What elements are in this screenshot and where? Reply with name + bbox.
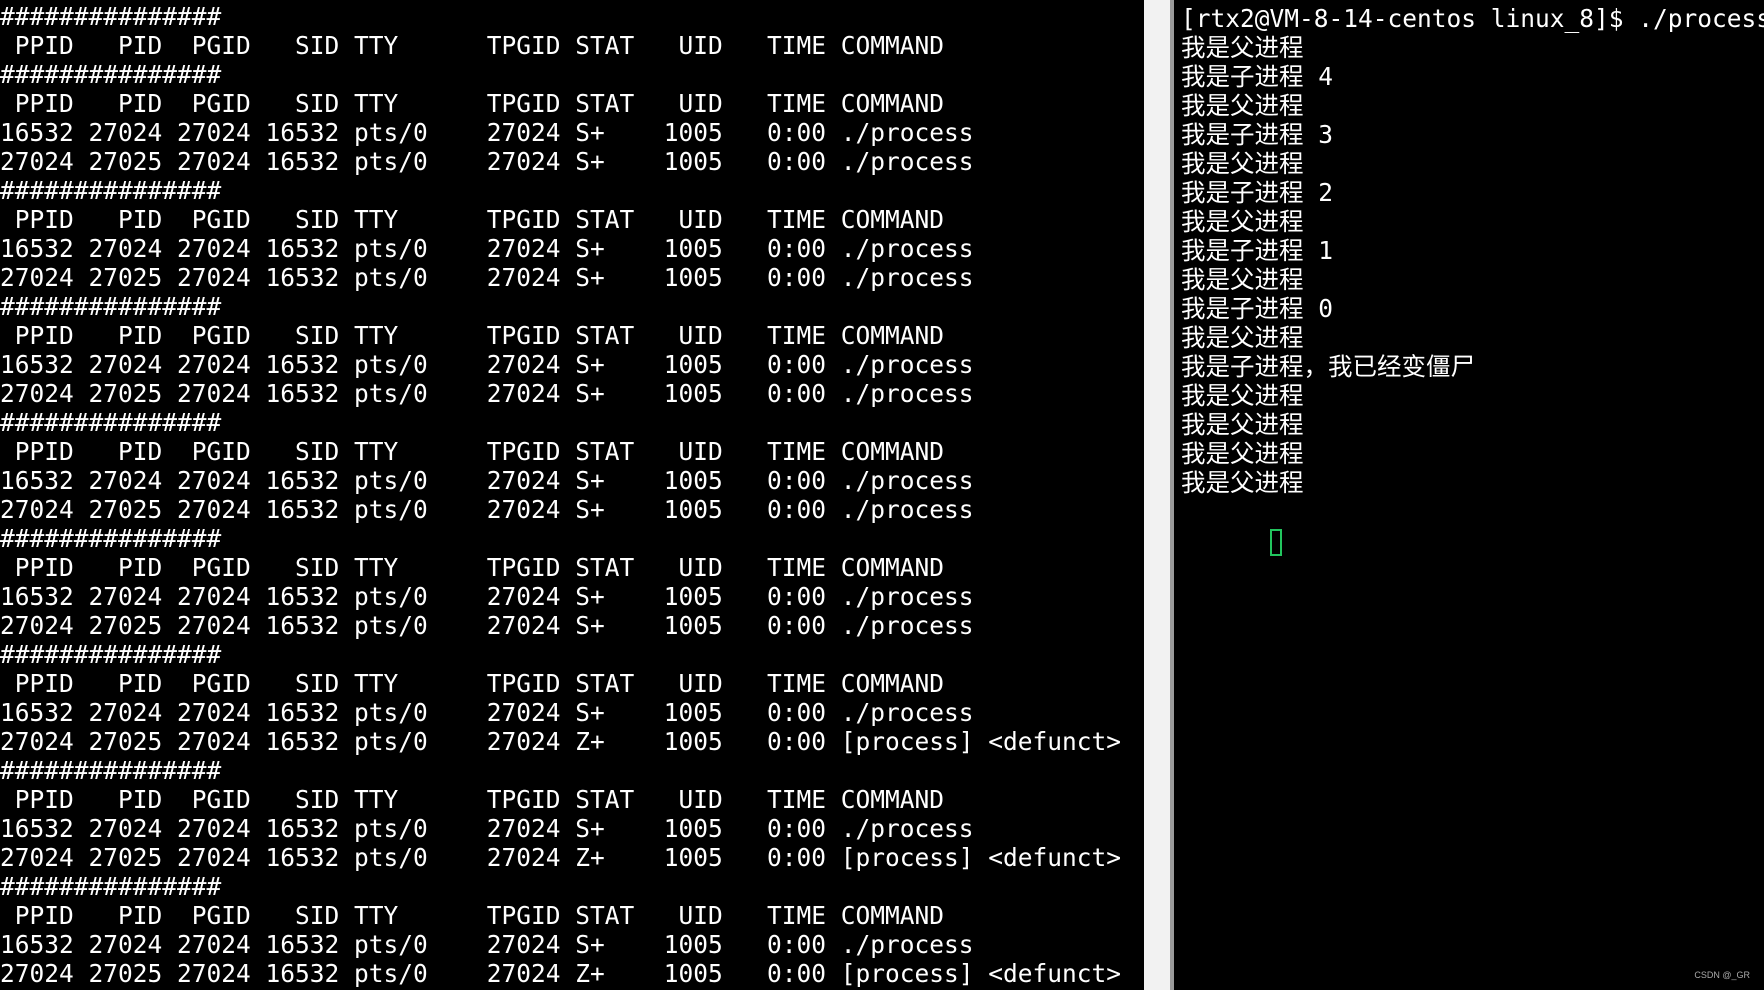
- right-terminal-line: 我是父进程: [1181, 323, 1304, 352]
- left-terminal-line: PPID PID PGID SID TTY TPGID STAT UID TIM…: [0, 669, 945, 698]
- split-terminal-screen: ############### PPID PID PGID SID TTY TP…: [0, 0, 1764, 990]
- right-terminal-line: 我是子进程 2: [1181, 178, 1333, 207]
- right-terminal-line: 我是父进程: [1181, 468, 1304, 497]
- left-terminal-line: 27024 27025 27024 16532 pts/0 27024 Z+ 1…: [0, 959, 1122, 988]
- left-terminal-line: 16532 27024 27024 16532 pts/0 27024 S+ 1…: [0, 350, 974, 379]
- right-terminal-line: 我是子进程 0: [1181, 294, 1333, 323]
- left-terminal-line: 27024 27025 27024 16532 pts/0 27024 S+ 1…: [0, 379, 974, 408]
- left-terminal-line: 27024 27025 27024 16532 pts/0 27024 S+ 1…: [0, 263, 974, 292]
- left-terminal-line: PPID PID PGID SID TTY TPGID STAT UID TIM…: [0, 553, 945, 582]
- terminal-cursor: [1269, 528, 1282, 556]
- right-terminal-line: 我是父进程: [1181, 91, 1304, 120]
- left-terminal-pane[interactable]: ############### PPID PID PGID SID TTY TP…: [0, 0, 1144, 990]
- left-terminal-line: 16532 27024 27024 16532 pts/0 27024 S+ 1…: [0, 466, 974, 495]
- left-terminal-line: PPID PID PGID SID TTY TPGID STAT UID TIM…: [0, 205, 945, 234]
- left-terminal-line: ###############: [0, 408, 222, 437]
- right-terminal-output: [rtx2@VM-8-14-centos linux_8]$ ./process…: [1174, 0, 1764, 556]
- left-terminal-line: PPID PID PGID SID TTY TPGID STAT UID TIM…: [0, 437, 945, 466]
- left-terminal-line: 16532 27024 27024 16532 pts/0 27024 S+ 1…: [0, 234, 974, 263]
- right-terminal-line: 我是父进程: [1181, 265, 1304, 294]
- right-terminal-line: 我是子进程 1: [1181, 236, 1333, 265]
- right-terminal-line: 我是父进程: [1181, 410, 1304, 439]
- right-terminal-line: 我是父进程: [1181, 33, 1304, 62]
- left-terminal-line: 16532 27024 27024 16532 pts/0 27024 S+ 1…: [0, 582, 974, 611]
- right-terminal-line: 我是父进程: [1181, 439, 1304, 468]
- right-terminal-line: [rtx2@VM-8-14-centos linux_8]$ ./process: [1181, 4, 1764, 33]
- watermark: CSDN @_GR: [1694, 970, 1750, 980]
- right-terminal-line: 我是子进程 4: [1181, 62, 1333, 91]
- left-terminal-line: PPID PID PGID SID TTY TPGID STAT UID TIM…: [0, 785, 945, 814]
- left-terminal-line: ###############: [0, 872, 222, 901]
- right-terminal-line: 我是父进程: [1181, 149, 1304, 178]
- right-terminal-line: 我是父进程: [1181, 207, 1304, 236]
- left-terminal-line: ###############: [0, 640, 222, 669]
- left-terminal-line: ###############: [0, 60, 222, 89]
- right-terminal-pane[interactable]: [rtx2@VM-8-14-centos linux_8]$ ./process…: [1174, 0, 1764, 990]
- left-terminal-line: 16532 27024 27024 16532 pts/0 27024 S+ 1…: [0, 118, 974, 147]
- left-terminal-line: 27024 27025 27024 16532 pts/0 27024 Z+ 1…: [0, 727, 1122, 756]
- left-terminal-line: 16532 27024 27024 16532 pts/0 27024 S+ 1…: [0, 930, 974, 959]
- left-terminal-line: 27024 27025 27024 16532 pts/0 27024 Z+ 1…: [0, 843, 1122, 872]
- left-terminal-line: 16532 27024 27024 16532 pts/0 27024 S+ 1…: [0, 698, 974, 727]
- left-terminal-line: 27024 27025 27024 16532 pts/0 27024 S+ 1…: [0, 611, 974, 640]
- right-terminal-line: 我是子进程，我已经变僵尸: [1181, 352, 1475, 381]
- left-terminal-line: 27024 27025 27024 16532 pts/0 27024 S+ 1…: [0, 495, 974, 524]
- prompt-line: [1181, 497, 1764, 556]
- left-terminal-line: PPID PID PGID SID TTY TPGID STAT UID TIM…: [0, 31, 945, 60]
- right-terminal-line: 我是父进程: [1181, 381, 1304, 410]
- left-terminal-line: ###############: [0, 2, 222, 31]
- left-terminal-line: PPID PID PGID SID TTY TPGID STAT UID TIM…: [0, 321, 945, 350]
- left-terminal-line: ###############: [0, 292, 222, 321]
- left-terminal-line: ###############: [0, 524, 222, 553]
- left-terminal-line: 27024 27025 27024 16532 pts/0 27024 S+ 1…: [0, 147, 974, 176]
- left-terminal-line: ###############: [0, 756, 222, 785]
- pane-divider[interactable]: [1144, 0, 1174, 990]
- left-terminal-line: 16532 27024 27024 16532 pts/0 27024 S+ 1…: [0, 814, 974, 843]
- left-terminal-line: ###############: [0, 176, 222, 205]
- left-terminal-output: ############### PPID PID PGID SID TTY TP…: [0, 0, 1144, 988]
- right-terminal-line: 我是子进程 3: [1181, 120, 1333, 149]
- left-terminal-line: PPID PID PGID SID TTY TPGID STAT UID TIM…: [0, 89, 945, 118]
- left-terminal-line: PPID PID PGID SID TTY TPGID STAT UID TIM…: [0, 901, 945, 930]
